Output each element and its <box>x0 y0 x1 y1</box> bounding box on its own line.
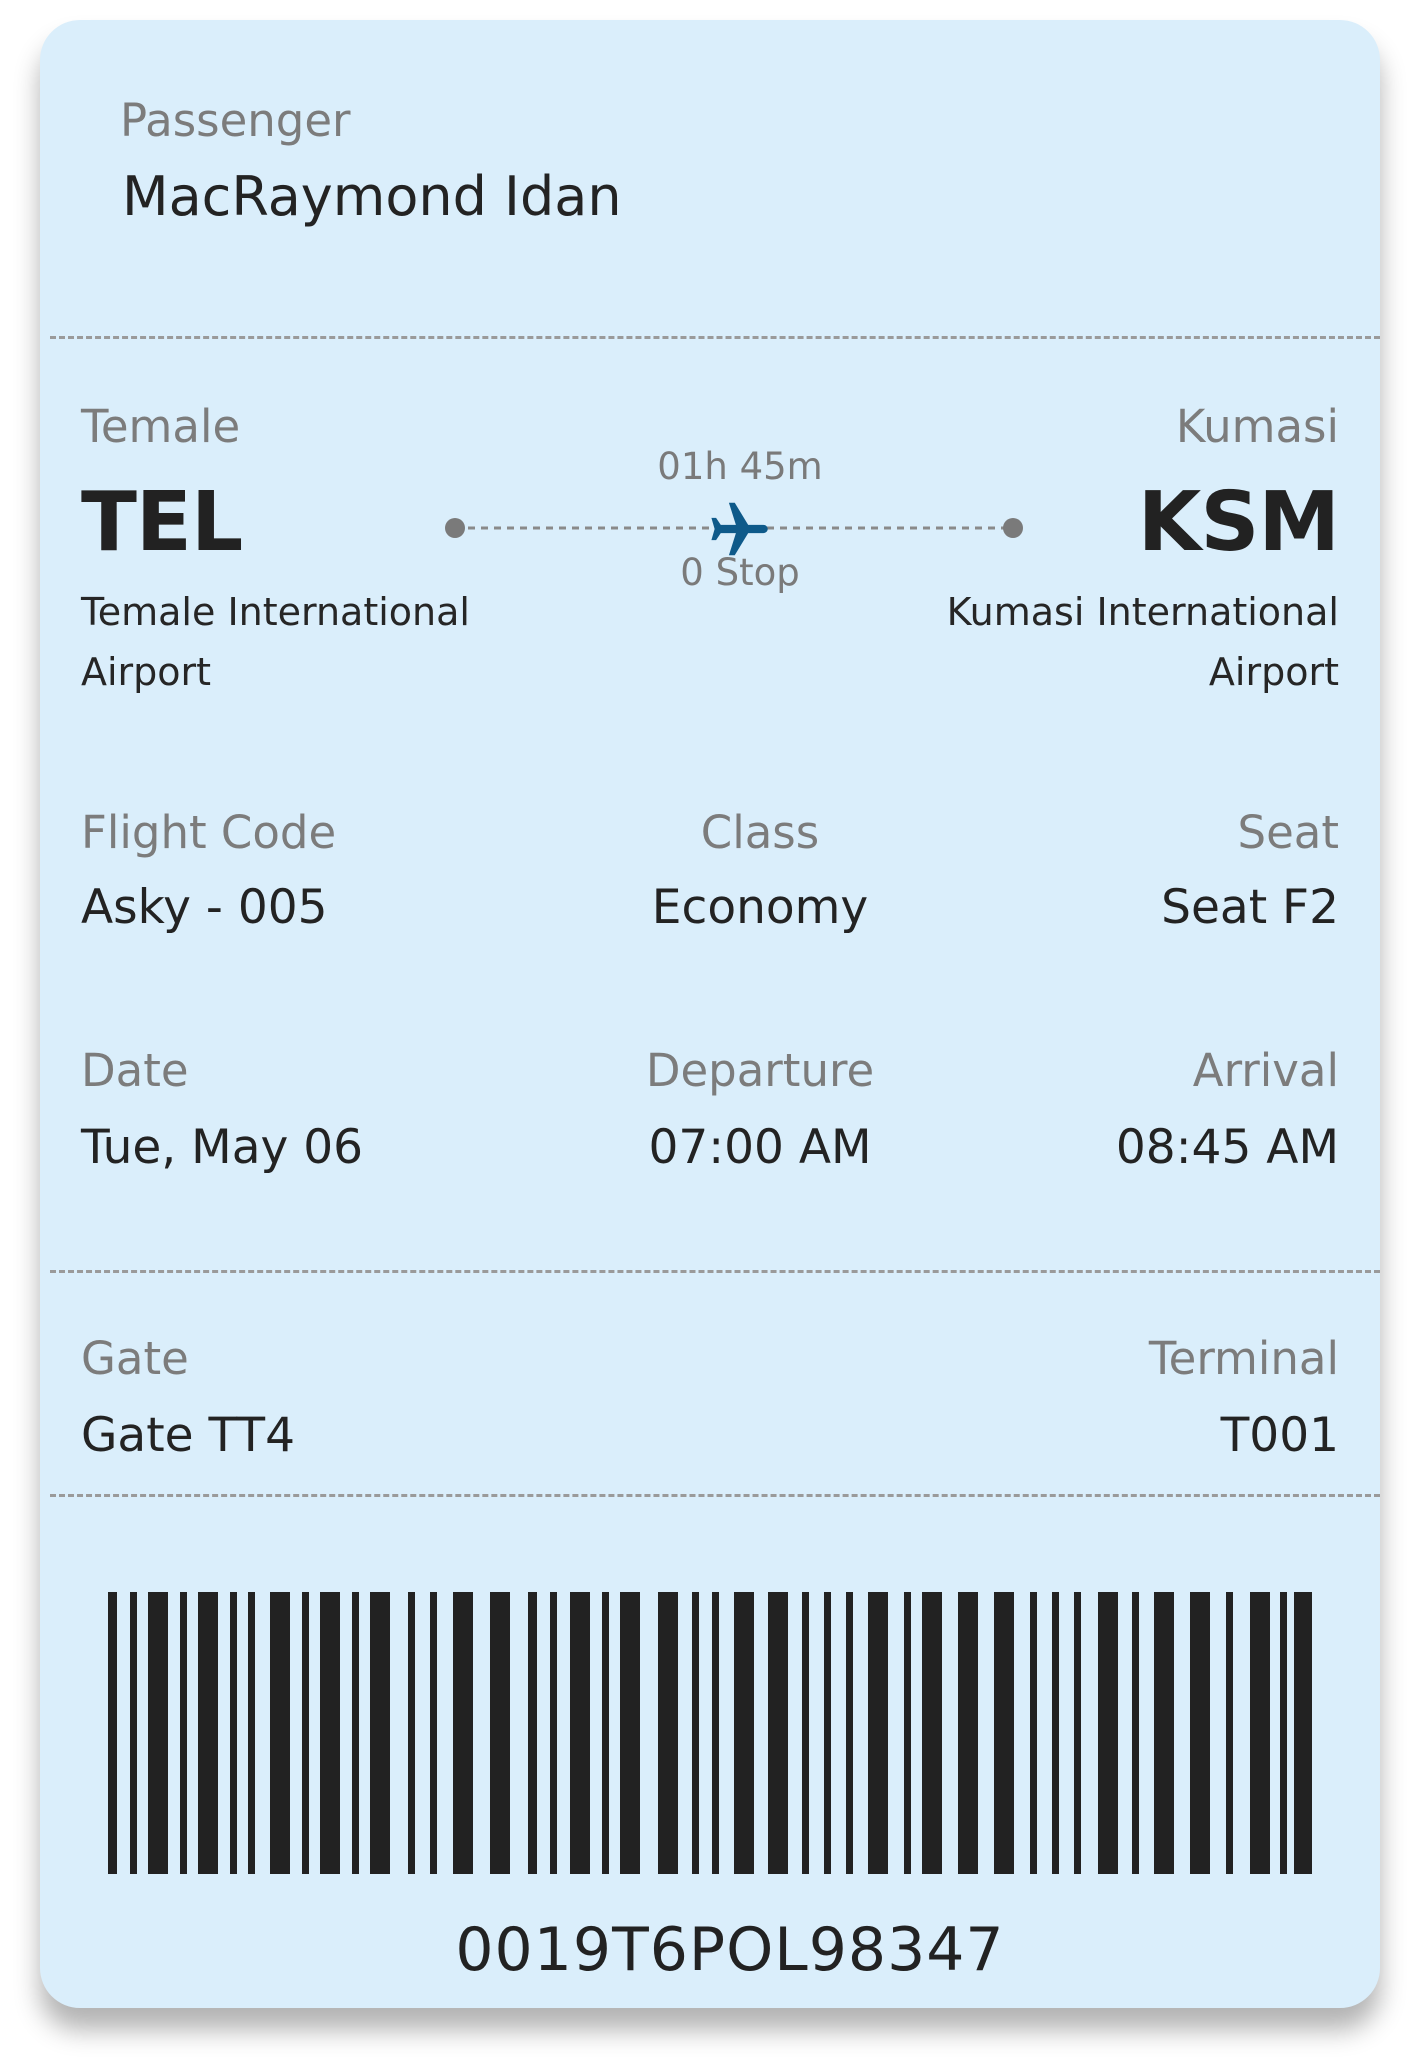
barcode-bar <box>1226 1592 1233 1874</box>
barcode-bar <box>352 1592 359 1874</box>
class-label: Class <box>700 806 820 859</box>
barcode-bar <box>904 1592 911 1874</box>
barcode-bar <box>846 1592 853 1874</box>
seat-label: Seat <box>1237 806 1339 859</box>
barcode-bar <box>692 1592 699 1874</box>
barcode-bar <box>453 1592 473 1874</box>
barcode-bar <box>1280 1592 1287 1874</box>
barcode-bar <box>180 1592 187 1874</box>
barcode-bar <box>570 1592 590 1874</box>
stops-count: 0 Stop <box>680 551 800 594</box>
destination-airport: Kumasi International Airport <box>946 590 1339 694</box>
date-label: Date <box>81 1044 189 1097</box>
barcode-bar <box>734 1592 754 1874</box>
divider <box>50 1494 1380 1497</box>
barcode-bar <box>802 1592 809 1874</box>
barcode-bar <box>1030 1592 1037 1874</box>
barcode-bar <box>430 1592 437 1874</box>
departure-label: Departure <box>645 1044 875 1097</box>
barcode-bar <box>1294 1592 1312 1874</box>
barcode-bar <box>320 1592 340 1874</box>
seat-value: Seat F2 <box>1161 880 1339 935</box>
barcode-bar <box>198 1592 218 1874</box>
barcode-bar <box>1154 1592 1174 1874</box>
barcode-bar <box>712 1592 719 1874</box>
barcode-bar <box>868 1592 888 1874</box>
barcode-bar <box>1052 1592 1059 1874</box>
barcode-bar <box>620 1592 640 1874</box>
origin-airport: Temale International Airport <box>81 590 470 694</box>
barcode-bar <box>528 1592 537 1874</box>
barcode-bar <box>1250 1592 1270 1874</box>
passenger-label: Passenger <box>120 94 351 147</box>
passenger-name: MacRaymond Idan <box>122 165 622 228</box>
barcode-bar <box>108 1592 117 1874</box>
barcode-bar <box>1074 1592 1081 1874</box>
destination-code: KSM <box>1137 475 1340 570</box>
origin-city: Temale <box>81 400 241 453</box>
barcode-bar <box>370 1592 390 1874</box>
barcode-bar <box>658 1592 678 1874</box>
date-value: Tue, May 06 <box>81 1120 364 1175</box>
gate-value: Gate TT4 <box>81 1408 296 1463</box>
barcode-bar <box>768 1592 788 1874</box>
class-value: Economy <box>651 880 869 935</box>
arrival-time: 08:45 AM <box>1115 1120 1339 1175</box>
flight-code-value: Asky - 005 <box>81 880 328 935</box>
flight-duration: 01h 45m <box>657 445 823 488</box>
barcode-number: 0019T6POL98347 <box>455 1915 1005 1985</box>
barcode-bar <box>130 1592 137 1874</box>
barcode-bar <box>824 1592 831 1874</box>
departure-time: 07:00 AM <box>648 1120 872 1175</box>
barcode-bar <box>248 1592 255 1874</box>
terminal-value: T001 <box>1220 1408 1339 1463</box>
terminal-label: Terminal <box>1148 1332 1339 1385</box>
barcode-bar <box>550 1592 557 1874</box>
barcode-bar <box>994 1592 1014 1874</box>
flight-code-label: Flight Code <box>81 806 337 859</box>
barcode-graphic <box>108 1592 1312 1874</box>
barcode-bar <box>302 1592 309 1874</box>
barcode-bar <box>148 1592 168 1874</box>
barcode-bar <box>230 1592 237 1874</box>
gate-label: Gate <box>81 1332 189 1385</box>
barcode-bar <box>270 1592 290 1874</box>
origin-dot <box>445 518 465 538</box>
barcode-bar <box>490 1592 510 1874</box>
barcode-bar <box>958 1592 978 1874</box>
barcode-bar <box>408 1592 415 1874</box>
barcode-bar <box>1190 1592 1210 1874</box>
destination-city: Kumasi <box>1175 400 1339 453</box>
barcode-bar <box>1098 1592 1118 1874</box>
divider <box>50 336 1380 339</box>
arrival-label: Arrival <box>1192 1044 1339 1097</box>
destination-dot <box>1003 518 1023 538</box>
boarding-pass-card: Passenger MacRaymond Idan Temale TEL Tem… <box>40 20 1380 2008</box>
barcode <box>108 1592 1312 1874</box>
barcode-bar <box>1132 1592 1139 1874</box>
barcode-bar <box>922 1592 942 1874</box>
barcode-bar <box>602 1592 609 1874</box>
origin-code: TEL <box>81 475 243 570</box>
divider <box>50 1270 1380 1273</box>
